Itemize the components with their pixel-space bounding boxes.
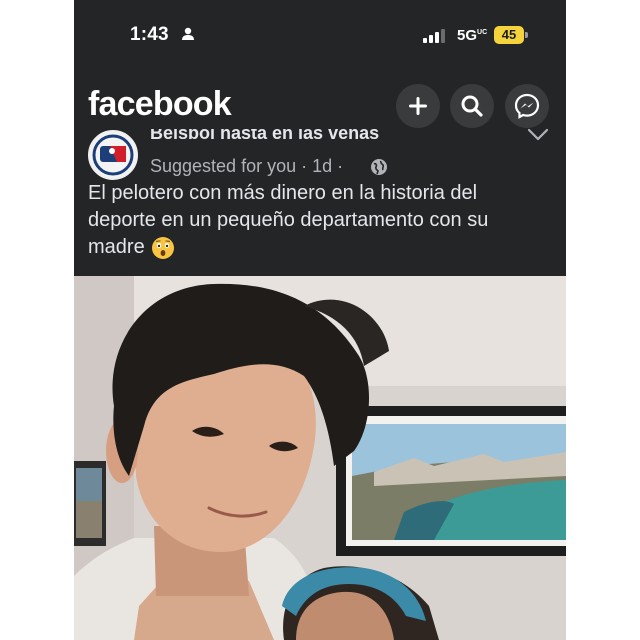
globe-icon <box>371 159 387 175</box>
page-name[interactable]: Beisbol hasta en las venas <box>150 129 379 143</box>
create-button[interactable] <box>396 84 440 128</box>
post-photo[interactable] <box>74 276 566 640</box>
post-caption: El pelotero con más dinero en la histori… <box>88 182 489 258</box>
status-bar: 1:43 5GUC 45 <box>74 0 566 72</box>
mlb-logo-icon <box>91 133 135 177</box>
battery-icon: 45 <box>494 26 524 44</box>
battery-tip <box>525 32 528 38</box>
post-image <box>74 276 566 640</box>
search-button[interactable] <box>450 84 494 128</box>
post-meta: Suggested for you · 1d · <box>150 156 344 176</box>
plus-icon <box>409 97 427 115</box>
person-icon <box>182 27 194 40</box>
status-time: 1:43 <box>130 24 169 45</box>
signal-bars-icon <box>423 29 445 43</box>
network-indicator: 5GUC <box>457 27 488 44</box>
facebook-logo[interactable]: facebook <box>88 85 232 124</box>
astonished-face-emoji <box>151 236 174 259</box>
messenger-icon <box>514 93 540 119</box>
post-header: Beisbol hasta en las venas Suggested for… <box>74 128 566 182</box>
post-text: El pelotero con más dinero en la histori… <box>88 180 550 261</box>
messenger-button[interactable] <box>505 84 549 128</box>
search-icon <box>461 95 483 117</box>
phone-screen: 1:43 5GUC 45 facebook Beisbol hasta en l… <box>74 0 566 640</box>
close-icon[interactable] <box>527 128 549 144</box>
app-header: facebook <box>74 72 566 134</box>
page-avatar[interactable] <box>88 130 138 180</box>
